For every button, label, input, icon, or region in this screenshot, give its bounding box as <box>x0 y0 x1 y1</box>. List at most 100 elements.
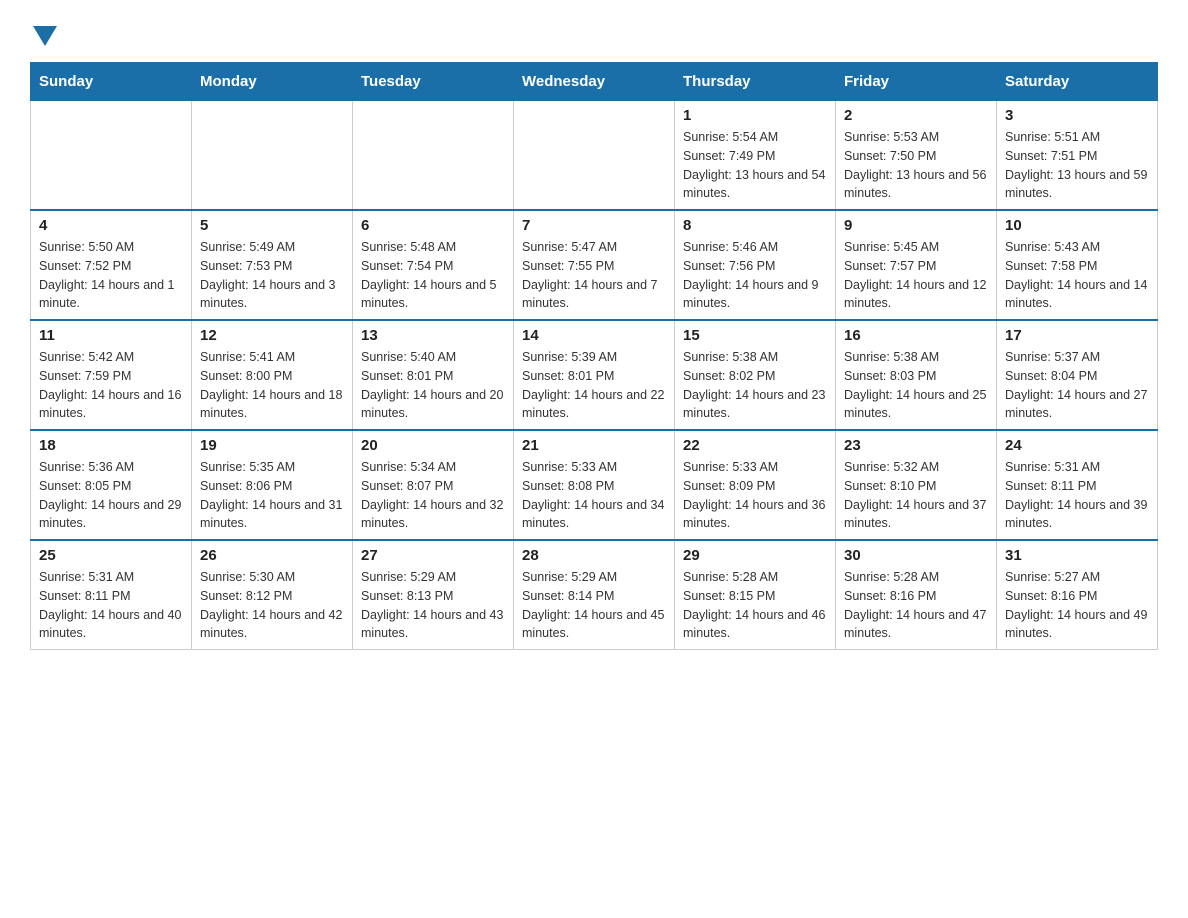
day-info: Sunrise: 5:48 AMSunset: 7:54 PMDaylight:… <box>361 238 505 313</box>
calendar-day-cell: 10 Sunrise: 5:43 AMSunset: 7:58 PMDayligh… <box>997 210 1158 320</box>
page-header <box>30 20 1158 42</box>
day-info: Sunrise: 5:29 AMSunset: 8:14 PMDaylight:… <box>522 568 666 643</box>
calendar-day-cell: 13 Sunrise: 5:40 AMSunset: 8:01 PMDayligh… <box>353 320 514 430</box>
day-info: Sunrise: 5:30 AMSunset: 8:12 PMDaylight:… <box>200 568 344 643</box>
day-of-week-header: Sunday <box>31 63 192 101</box>
day-info: Sunrise: 5:41 AMSunset: 8:00 PMDaylight:… <box>200 348 344 423</box>
day-number: 27 <box>361 547 505 564</box>
day-info: Sunrise: 5:38 AMSunset: 8:02 PMDaylight:… <box>683 348 827 423</box>
calendar-day-cell: 7Sunrise: 5:47 AMSunset: 7:55 PMDaylight… <box>514 210 675 320</box>
day-info: Sunrise: 5:42 AMSunset: 7:59 PMDaylight:… <box>39 348 183 423</box>
calendar-day-cell: 11 Sunrise: 5:42 AMSunset: 7:59 PMDayligh… <box>31 320 192 430</box>
day-info: Sunrise: 5:35 AMSunset: 8:06 PMDaylight:… <box>200 458 344 533</box>
day-info: Sunrise: 5:39 AMSunset: 8:01 PMDaylight:… <box>522 348 666 423</box>
day-number: 9 <box>844 217 988 234</box>
calendar-day-cell: 1 Sunrise: 5:54 AMSunset: 7:49 PMDaylight… <box>675 101 836 211</box>
calendar-week-row: 1 Sunrise: 5:54 AMSunset: 7:49 PMDaylight… <box>31 101 1158 211</box>
day-number: 11 <box>39 327 183 344</box>
day-number: 25 <box>39 547 183 564</box>
day-number: 18 <box>39 437 183 454</box>
calendar-day-cell: 14 Sunrise: 5:39 AMSunset: 8:01 PMDayligh… <box>514 320 675 430</box>
calendar-week-row: 11 Sunrise: 5:42 AMSunset: 7:59 PMDayligh… <box>31 320 1158 430</box>
day-number: 21 <box>522 437 666 454</box>
day-number: 4 <box>39 217 183 234</box>
day-info: Sunrise: 5:31 AMSunset: 8:11 PMDaylight:… <box>1005 458 1149 533</box>
day-number: 26 <box>200 547 344 564</box>
calendar-day-cell <box>514 101 675 211</box>
day-number: 29 <box>683 547 827 564</box>
day-info: Sunrise: 5:45 AMSunset: 7:57 PMDaylight:… <box>844 238 988 313</box>
calendar-week-row: 4 Sunrise: 5:50 AMSunset: 7:52 PMDaylight… <box>31 210 1158 320</box>
day-number: 14 <box>522 327 666 344</box>
calendar-day-cell <box>192 101 353 211</box>
calendar-day-cell: 17 Sunrise: 5:37 AMSunset: 8:04 PMDayligh… <box>997 320 1158 430</box>
calendar-day-cell: 21 Sunrise: 5:33 AMSunset: 8:08 PMDayligh… <box>514 430 675 540</box>
calendar-day-cell: 4 Sunrise: 5:50 AMSunset: 7:52 PMDaylight… <box>31 210 192 320</box>
day-info: Sunrise: 5:38 AMSunset: 8:03 PMDaylight:… <box>844 348 988 423</box>
day-number: 28 <box>522 547 666 564</box>
day-info: Sunrise: 5:49 AMSunset: 7:53 PMDaylight:… <box>200 238 344 313</box>
day-info: Sunrise: 5:53 AMSunset: 7:50 PMDaylight:… <box>844 128 988 203</box>
day-number: 2 <box>844 107 988 124</box>
day-number: 20 <box>361 437 505 454</box>
calendar-day-cell: 23 Sunrise: 5:32 AMSunset: 8:10 PMDayligh… <box>836 430 997 540</box>
calendar-week-row: 25 Sunrise: 5:31 AMSunset: 8:11 PMDayligh… <box>31 540 1158 650</box>
calendar-day-cell: 2 Sunrise: 5:53 AMSunset: 7:50 PMDaylight… <box>836 101 997 211</box>
day-number: 3 <box>1005 107 1149 124</box>
day-number: 22 <box>683 437 827 454</box>
day-info: Sunrise: 5:34 AMSunset: 8:07 PMDaylight:… <box>361 458 505 533</box>
calendar-day-cell <box>31 101 192 211</box>
day-info: Sunrise: 5:37 AMSunset: 8:04 PMDaylight:… <box>1005 348 1149 423</box>
calendar-day-cell <box>353 101 514 211</box>
day-number: 31 <box>1005 547 1149 564</box>
day-of-week-header: Saturday <box>997 63 1158 101</box>
calendar-day-cell: 29 Sunrise: 5:28 AMSunset: 8:15 PMDayligh… <box>675 540 836 650</box>
day-number: 8 <box>683 217 827 234</box>
day-info: Sunrise: 5:50 AMSunset: 7:52 PMDaylight:… <box>39 238 183 313</box>
calendar-day-cell: 20 Sunrise: 5:34 AMSunset: 8:07 PMDayligh… <box>353 430 514 540</box>
day-number: 17 <box>1005 327 1149 344</box>
day-info: Sunrise: 5:31 AMSunset: 8:11 PMDaylight:… <box>39 568 183 643</box>
logo-triangle-icon <box>33 26 57 46</box>
day-number: 13 <box>361 327 505 344</box>
calendar-day-cell: 24 Sunrise: 5:31 AMSunset: 8:11 PMDayligh… <box>997 430 1158 540</box>
day-info: Sunrise: 5:27 AMSunset: 8:16 PMDaylight:… <box>1005 568 1149 643</box>
logo <box>30 20 61 42</box>
day-info: Sunrise: 5:33 AMSunset: 8:08 PMDaylight:… <box>522 458 666 533</box>
calendar-day-cell: 30Sunrise: 5:28 AMSunset: 8:16 PMDayligh… <box>836 540 997 650</box>
day-of-week-header: Tuesday <box>353 63 514 101</box>
day-number: 24 <box>1005 437 1149 454</box>
day-of-week-header: Wednesday <box>514 63 675 101</box>
calendar-day-cell: 31 Sunrise: 5:27 AMSunset: 8:16 PMDayligh… <box>997 540 1158 650</box>
day-number: 16 <box>844 327 988 344</box>
calendar-day-cell: 3Sunrise: 5:51 AMSunset: 7:51 PMDaylight… <box>997 101 1158 211</box>
day-number: 12 <box>200 327 344 344</box>
day-number: 10 <box>1005 217 1149 234</box>
day-info: Sunrise: 5:29 AMSunset: 8:13 PMDaylight:… <box>361 568 505 643</box>
day-info: Sunrise: 5:28 AMSunset: 8:15 PMDaylight:… <box>683 568 827 643</box>
day-number: 30 <box>844 547 988 564</box>
calendar-week-row: 18 Sunrise: 5:36 AMSunset: 8:05 PMDayligh… <box>31 430 1158 540</box>
day-info: Sunrise: 5:43 AMSunset: 7:58 PMDaylight:… <box>1005 238 1149 313</box>
calendar-header-row: SundayMondayTuesdayWednesdayThursdayFrid… <box>31 63 1158 101</box>
calendar-day-cell: 19Sunrise: 5:35 AMSunset: 8:06 PMDayligh… <box>192 430 353 540</box>
day-info: Sunrise: 5:46 AMSunset: 7:56 PMDaylight:… <box>683 238 827 313</box>
day-of-week-header: Friday <box>836 63 997 101</box>
day-info: Sunrise: 5:54 AMSunset: 7:49 PMDaylight:… <box>683 128 827 203</box>
calendar-day-cell: 12 Sunrise: 5:41 AMSunset: 8:00 PMDayligh… <box>192 320 353 430</box>
calendar-day-cell: 9 Sunrise: 5:45 AMSunset: 7:57 PMDaylight… <box>836 210 997 320</box>
calendar-day-cell: 6Sunrise: 5:48 AMSunset: 7:54 PMDaylight… <box>353 210 514 320</box>
day-info: Sunrise: 5:36 AMSunset: 8:05 PMDaylight:… <box>39 458 183 533</box>
day-number: 7 <box>522 217 666 234</box>
calendar-day-cell: 18 Sunrise: 5:36 AMSunset: 8:05 PMDayligh… <box>31 430 192 540</box>
calendar-day-cell: 25 Sunrise: 5:31 AMSunset: 8:11 PMDayligh… <box>31 540 192 650</box>
day-info: Sunrise: 5:32 AMSunset: 8:10 PMDaylight:… <box>844 458 988 533</box>
day-number: 23 <box>844 437 988 454</box>
day-number: 1 <box>683 107 827 124</box>
calendar-day-cell: 26 Sunrise: 5:30 AMSunset: 8:12 PMDayligh… <box>192 540 353 650</box>
day-number: 15 <box>683 327 827 344</box>
day-info: Sunrise: 5:33 AMSunset: 8:09 PMDaylight:… <box>683 458 827 533</box>
calendar-day-cell: 22 Sunrise: 5:33 AMSunset: 8:09 PMDayligh… <box>675 430 836 540</box>
day-info: Sunrise: 5:40 AMSunset: 8:01 PMDaylight:… <box>361 348 505 423</box>
calendar-table: SundayMondayTuesdayWednesdayThursdayFrid… <box>30 62 1158 650</box>
